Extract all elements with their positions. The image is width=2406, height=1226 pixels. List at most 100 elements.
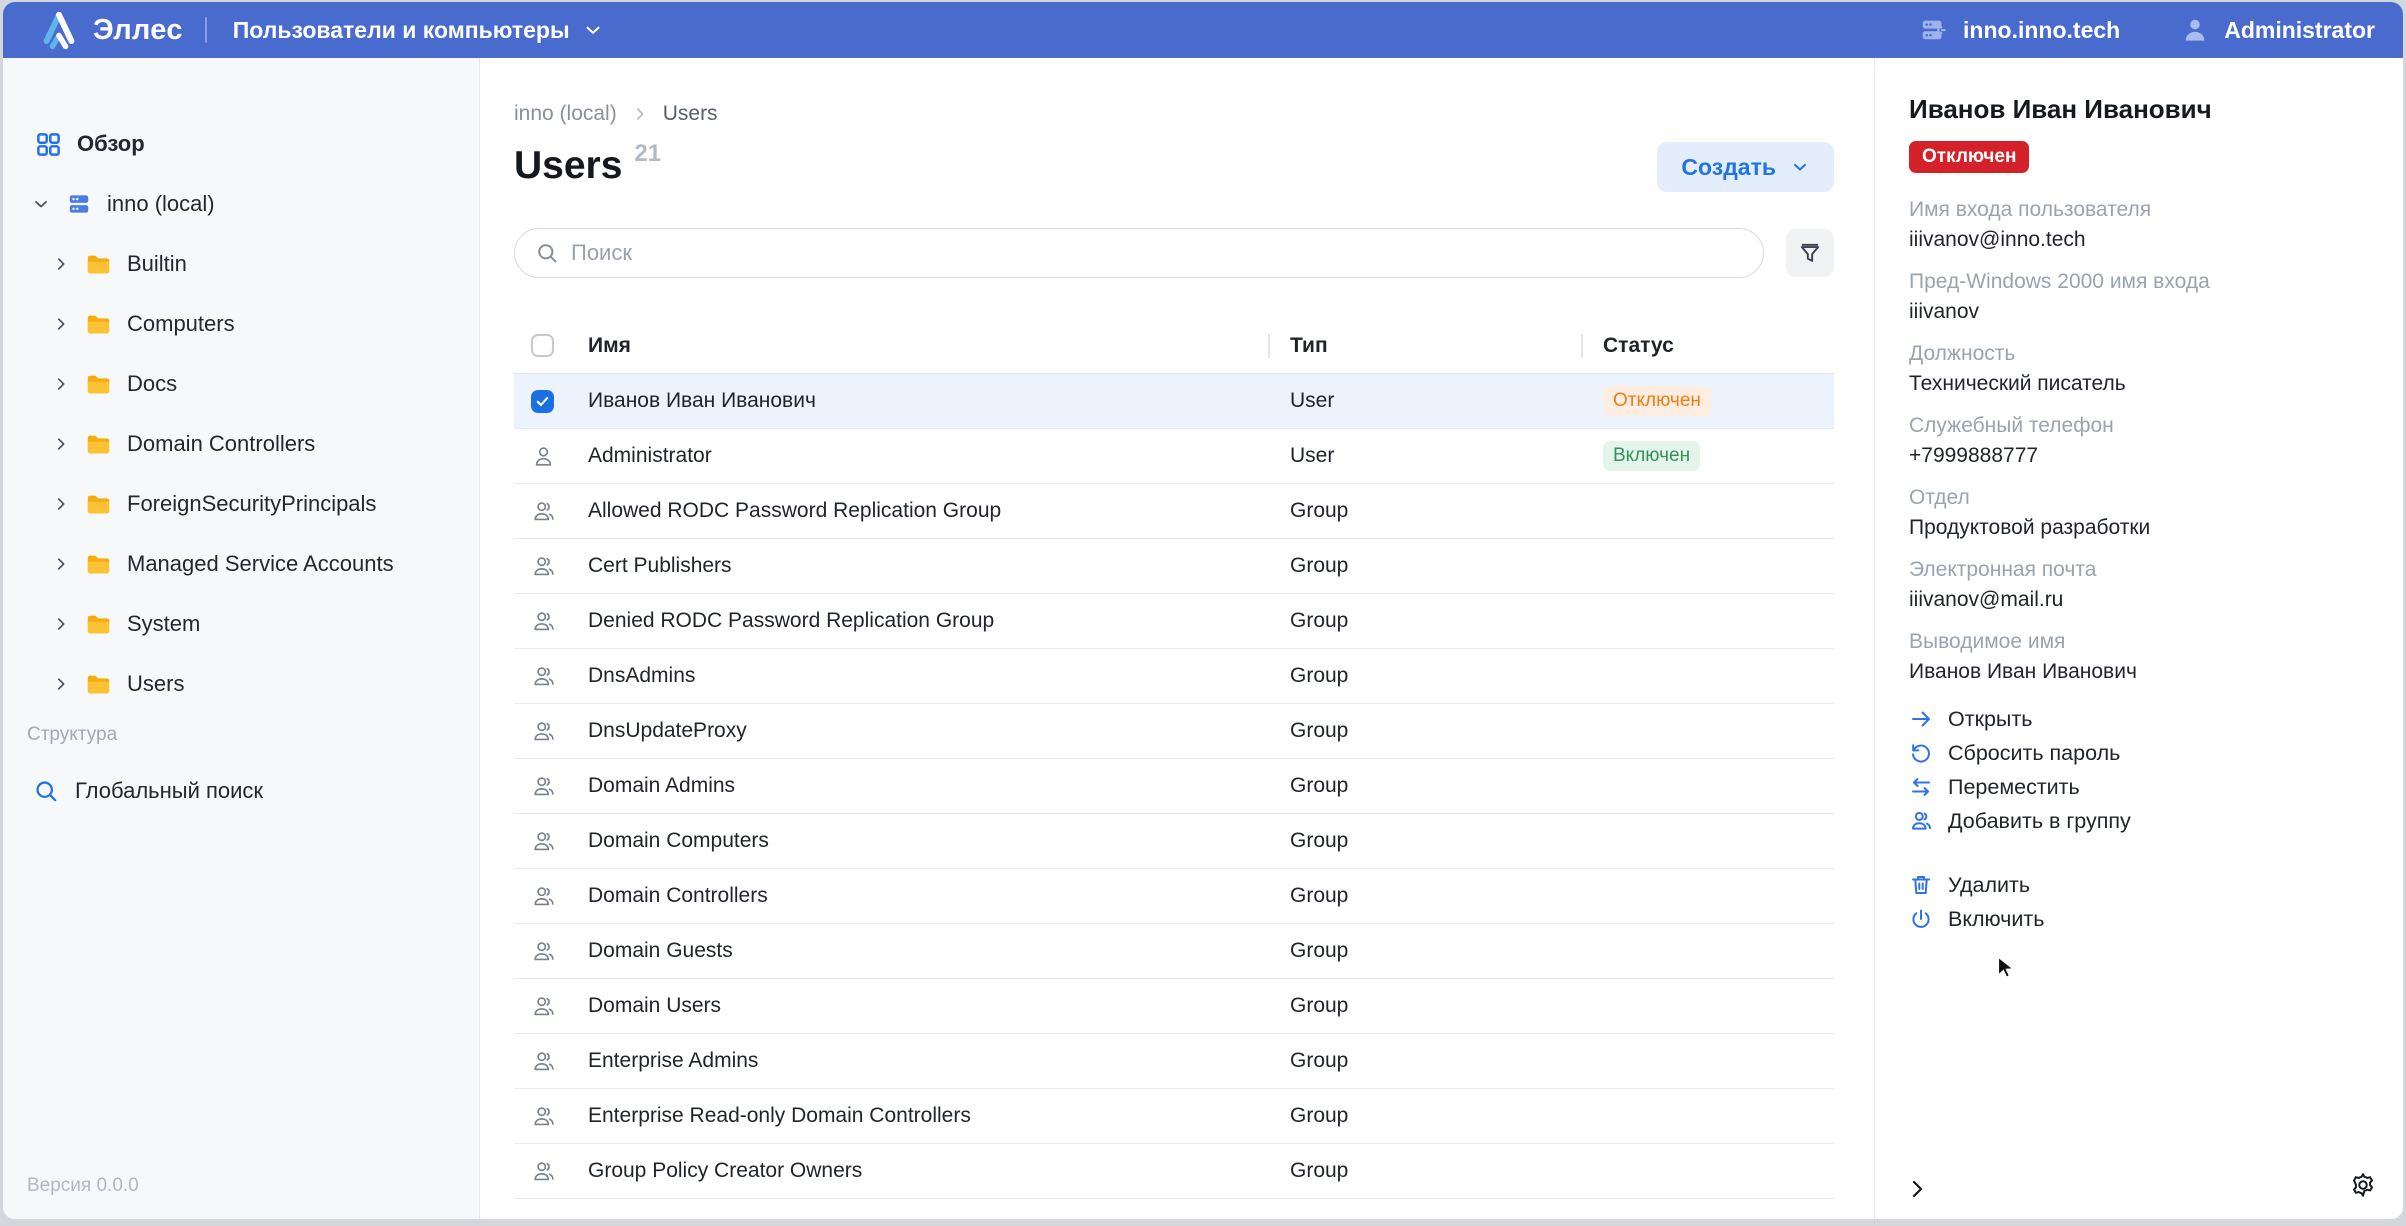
- row-lead-cell[interactable]: [514, 1104, 588, 1129]
- row-name: DnsAdmins: [588, 664, 1290, 688]
- select-all-checkbox[interactable]: [531, 334, 554, 357]
- user-avatar-icon: [2180, 15, 2210, 45]
- action-add-to-group[interactable]: Добавить в группу: [1909, 804, 2369, 838]
- chevron-right-icon[interactable]: [52, 255, 70, 273]
- brand-logo[interactable]: Эллес: [37, 8, 183, 52]
- table-row[interactable]: DnsAdmins Group: [514, 649, 1834, 704]
- table-row[interactable]: Domain Guests Group: [514, 924, 1834, 979]
- action-label: Открыть: [1948, 707, 2032, 732]
- group-icon: [531, 719, 556, 744]
- domain-indicator[interactable]: inno.inno.tech: [1919, 15, 2120, 45]
- main-content: inno (local) Users Users 21 Создать: [480, 58, 1874, 1219]
- sidebar-folder-managed-service-accounts[interactable]: Managed Service Accounts: [3, 534, 479, 594]
- sidebar-folder-computers[interactable]: Computers: [3, 294, 479, 354]
- row-lead-cell[interactable]: [514, 939, 588, 964]
- row-name: Cert Publishers: [588, 554, 1290, 578]
- user-menu[interactable]: Administrator: [2180, 15, 2375, 45]
- row-lead-cell[interactable]: [514, 994, 588, 1019]
- search-input[interactable]: [571, 240, 1743, 266]
- sidebar-tree-root[interactable]: inno (local): [3, 174, 479, 234]
- row-lead-cell[interactable]: [514, 444, 588, 469]
- table-row[interactable]: Administrator User Включен: [514, 429, 1834, 484]
- item-count: 21: [634, 140, 661, 168]
- create-button[interactable]: Создать: [1657, 142, 1834, 192]
- column-header-type[interactable]: Тип: [1290, 334, 1603, 358]
- action-reset[interactable]: Сбросить пароль: [1909, 736, 2369, 770]
- sidebar-folder-system[interactable]: System: [3, 594, 479, 654]
- table-row[interactable]: Иванов Иван Иванович User Отключен: [514, 374, 1834, 429]
- table-row[interactable]: Domain Admins Group: [514, 759, 1834, 814]
- field-label: Должность: [1909, 339, 2369, 369]
- sidebar-folder-domain-controllers[interactable]: Domain Controllers: [3, 414, 479, 474]
- row-status: Отключен: [1603, 386, 1834, 416]
- action-trash[interactable]: Удалить: [1909, 868, 2369, 902]
- row-lead-cell[interactable]: [514, 499, 588, 524]
- chevron-right-icon[interactable]: [52, 435, 70, 453]
- move-icon: [1909, 775, 1933, 799]
- table-row[interactable]: Domain Users Group: [514, 979, 1834, 1034]
- sidebar-folder-foreignsecurityprincipals[interactable]: ForeignSecurityPrincipals: [3, 474, 479, 534]
- row-lead-cell[interactable]: [514, 829, 588, 854]
- user-icon: [531, 444, 556, 469]
- row-lead-cell[interactable]: [514, 664, 588, 689]
- row-lead-cell[interactable]: [514, 774, 588, 799]
- section-dropdown[interactable]: Пользователи и компьютеры: [233, 17, 604, 44]
- row-lead-cell[interactable]: [514, 1049, 588, 1074]
- sidebar-root-label: inno (local): [107, 191, 215, 217]
- row-lead-cell[interactable]: [514, 884, 588, 909]
- row-type: Group: [1290, 1159, 1603, 1183]
- folder-icon: [85, 551, 112, 578]
- sidebar-item-global-search[interactable]: Глобальный поиск: [3, 760, 479, 822]
- filter-button[interactable]: [1786, 229, 1834, 277]
- action-move[interactable]: Переместить: [1909, 770, 2369, 804]
- row-type: Group: [1290, 1104, 1603, 1128]
- row-name: Domain Controllers: [588, 884, 1290, 908]
- chevron-right-icon[interactable]: [52, 615, 70, 633]
- sidebar-folder-label: Users: [127, 671, 184, 697]
- sidebar-folder-label: Builtin: [127, 251, 187, 277]
- search-icon: [535, 241, 559, 265]
- table-row[interactable]: Cert Publishers Group: [514, 539, 1834, 594]
- row-lead-cell[interactable]: [514, 1159, 588, 1184]
- sidebar-folder-builtin[interactable]: Builtin: [3, 234, 479, 294]
- collapse-panel-button[interactable]: [1905, 1177, 1929, 1201]
- chevron-right-icon[interactable]: [52, 555, 70, 573]
- row-lead-cell[interactable]: [514, 609, 588, 634]
- row-lead-cell[interactable]: [514, 719, 588, 744]
- row-lead-cell[interactable]: [514, 554, 588, 579]
- sidebar-folder-users[interactable]: Users: [3, 654, 479, 714]
- panel-title: Иванов Иван Иванович: [1909, 94, 2369, 125]
- settings-gear-button[interactable]: [2349, 1171, 2377, 1199]
- row-lead-cell[interactable]: [514, 390, 588, 413]
- sidebar-item-overview[interactable]: Обзор: [3, 114, 479, 174]
- table-row[interactable]: Domain Controllers Group: [514, 869, 1834, 924]
- topbar: Эллес Пользователи и компьютеры: [3, 2, 2403, 58]
- field-value: Иванов Иван Иванович: [1909, 657, 2369, 686]
- row-checkbox-checked[interactable]: [531, 390, 554, 413]
- chevron-down-icon[interactable]: [31, 194, 51, 214]
- row-type: User: [1290, 444, 1603, 468]
- sidebar-overview-label: Обзор: [77, 131, 145, 157]
- group-icon: [531, 1159, 556, 1184]
- chevron-right-icon[interactable]: [52, 375, 70, 393]
- table-row[interactable]: Group Policy Creator Owners Group: [514, 1144, 1834, 1199]
- table-row[interactable]: Denied RODC Password Replication Group G…: [514, 594, 1834, 649]
- action-arrow-right[interactable]: Открыть: [1909, 702, 2369, 736]
- chevron-right-icon[interactable]: [52, 675, 70, 693]
- breadcrumb-root[interactable]: inno (local): [514, 102, 617, 126]
- table-row[interactable]: Enterprise Admins Group: [514, 1034, 1834, 1089]
- chevron-right-icon[interactable]: [52, 495, 70, 513]
- row-type: User: [1290, 389, 1603, 413]
- group-icon: [531, 994, 556, 1019]
- row-type: Group: [1290, 609, 1603, 633]
- column-header-status[interactable]: Статус: [1603, 334, 1834, 358]
- table-row[interactable]: DnsUpdateProxy Group: [514, 704, 1834, 759]
- action-power[interactable]: Включить: [1909, 902, 2369, 936]
- table-row[interactable]: Domain Computers Group: [514, 814, 1834, 869]
- table-row[interactable]: Enterprise Read-only Domain Controllers …: [514, 1089, 1834, 1144]
- chevron-right-icon[interactable]: [52, 315, 70, 333]
- sidebar-folder-docs[interactable]: Docs: [3, 354, 479, 414]
- field-label: Имя входа пользователя: [1909, 195, 2369, 225]
- column-header-name[interactable]: Имя: [588, 334, 1290, 358]
- table-row[interactable]: Allowed RODC Password Replication Group …: [514, 484, 1834, 539]
